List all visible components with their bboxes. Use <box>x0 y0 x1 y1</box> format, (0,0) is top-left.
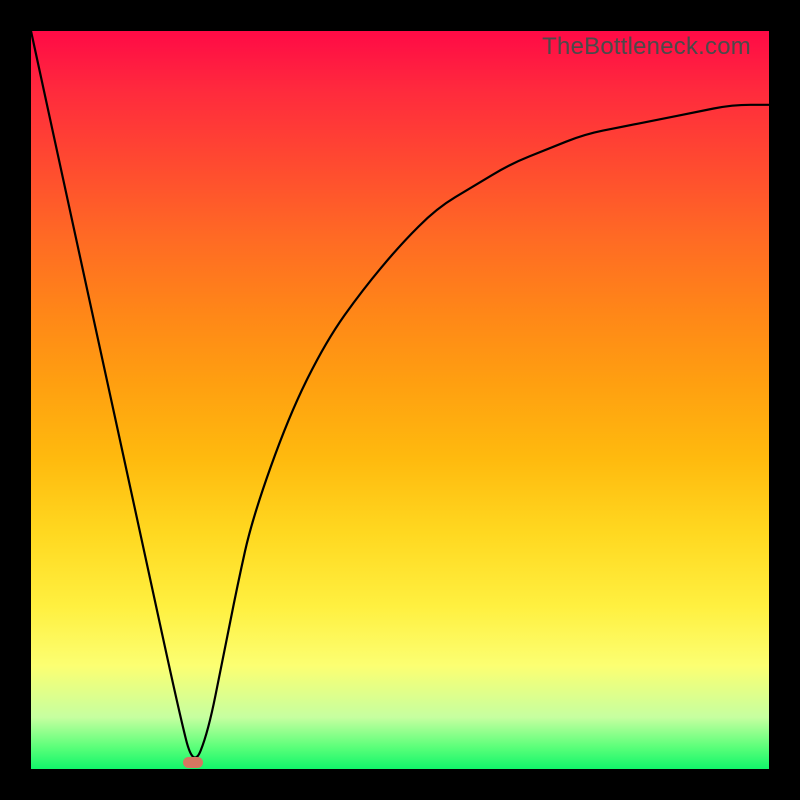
chart-frame: TheBottleneck.com <box>0 0 800 800</box>
watermark-text: TheBottleneck.com <box>542 33 751 61</box>
curve-svg <box>31 31 769 769</box>
plot-area: TheBottleneck.com <box>31 31 769 769</box>
minimum-marker <box>183 757 203 768</box>
curve-path <box>31 31 769 758</box>
